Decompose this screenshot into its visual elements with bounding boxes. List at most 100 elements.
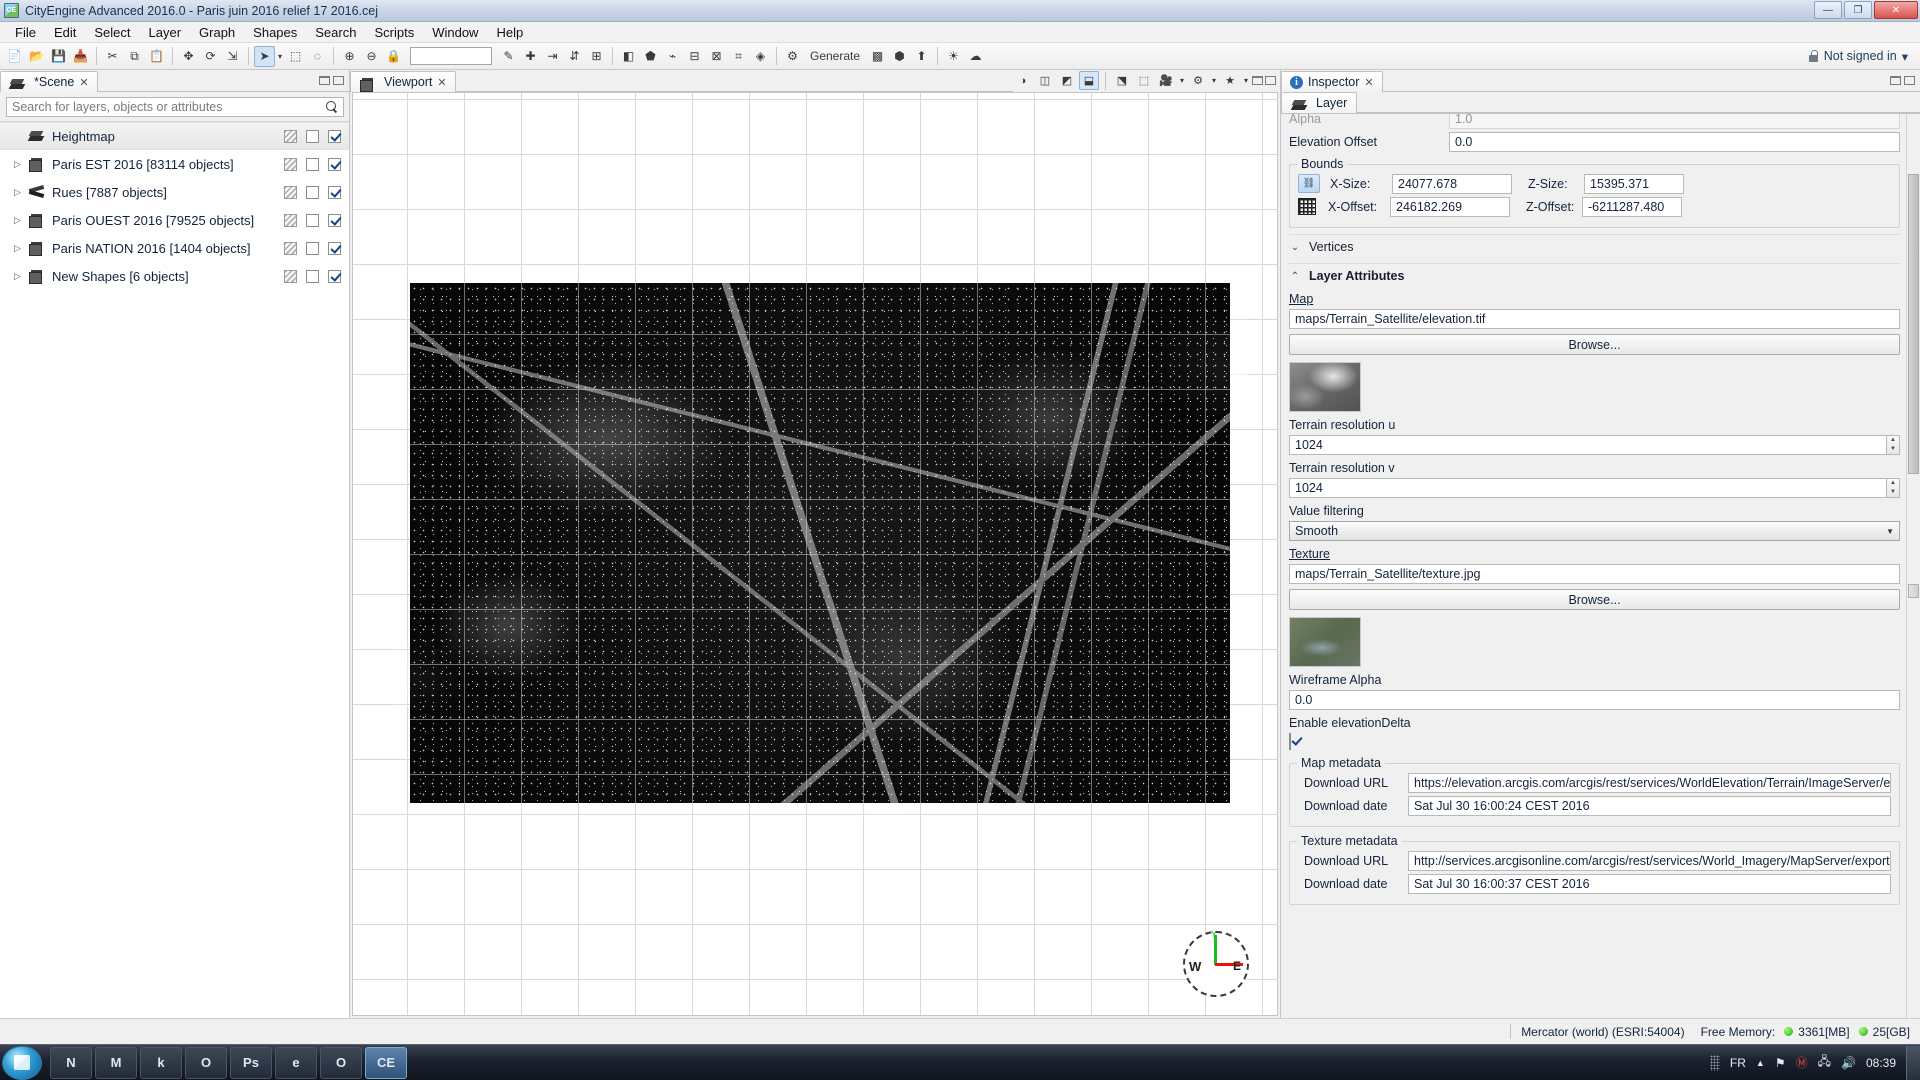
paste-icon[interactable]: 📋 (146, 46, 167, 67)
z-offset-field[interactable]: -6211287.480 (1582, 196, 1682, 217)
expand-arrow[interactable]: ▷ (14, 243, 28, 254)
scrollbar-thumb[interactable] (1908, 174, 1919, 474)
language-indicator[interactable]: FR (1730, 1056, 1746, 1070)
bookmark-star-icon[interactable]: ★ (1220, 71, 1240, 90)
x-size-field[interactable]: 24077.678 (1392, 173, 1512, 194)
camera-icon[interactable]: 🎥 (1156, 71, 1176, 90)
taskbar-item-cityengine[interactable]: CE (365, 1046, 407, 1079)
shape-create-icon[interactable]: ◧ (618, 46, 639, 67)
camera-caret-icon[interactable]: ▾ (1178, 76, 1186, 85)
menu-select[interactable]: Select (85, 23, 139, 42)
navigation-compass[interactable]: Y W E (1183, 929, 1249, 997)
gear-icon[interactable]: ⚙ (1188, 71, 1208, 90)
snap-icon[interactable]: ⊞ (586, 46, 607, 67)
map-label[interactable]: Map (1289, 292, 1900, 306)
map-download-date-field[interactable]: Sat Jul 30 16:00:24 CEST 2016 (1408, 795, 1891, 816)
menu-edit[interactable]: Edit (45, 23, 85, 42)
marquee-select-icon[interactable]: ⬚ (285, 46, 306, 67)
expand-arrow[interactable]: ▷ (14, 215, 28, 226)
taskbar-item-6[interactable]: e (275, 1046, 317, 1079)
value-filtering-select[interactable]: Smooth ▼ (1289, 521, 1900, 541)
layer-visible-toggle[interactable] (328, 213, 341, 227)
show-hidden-icons-icon[interactable]: ▲ (1756, 1058, 1765, 1068)
menu-scripts[interactable]: Scripts (365, 23, 423, 42)
menu-layer[interactable]: Layer (140, 23, 191, 42)
layer-lock-toggle[interactable] (284, 269, 297, 283)
inspector-maximize-icon[interactable] (1904, 75, 1915, 85)
tab-viewport-close-icon[interactable]: ✕ (437, 76, 446, 89)
texture-label[interactable]: Texture (1289, 547, 1900, 561)
z-size-field[interactable]: 15395.371 (1584, 173, 1684, 194)
layer-tree[interactable]: Heightmap ▷ Paris EST 2016 [83114 object… (0, 121, 349, 1018)
layer-lock-toggle[interactable] (284, 157, 297, 171)
viewport-minimize-icon[interactable] (1252, 76, 1263, 85)
layer-attributes-section[interactable]: ⌃ Layer Attributes (1289, 263, 1900, 288)
street-create-icon[interactable]: ⌁ (662, 46, 683, 67)
vertices-section[interactable]: ⌄ Vertices (1289, 234, 1900, 259)
frame-selection-icon[interactable]: ⬚ (1134, 71, 1154, 90)
new-file-icon[interactable]: 📄 (4, 46, 25, 67)
inspector-scrollbar[interactable] (1906, 114, 1920, 1018)
chevron-up-icon[interactable]: ⌃ (1289, 271, 1301, 282)
layer-select-toggle[interactable] (306, 129, 319, 143)
maximize-button[interactable]: ❐ (1844, 1, 1872, 19)
select-tool-caret-icon[interactable]: ▾ (276, 52, 284, 61)
wireframe-view-icon[interactable]: ◫ (1035, 71, 1055, 90)
enable-elevation-delta-checkbox[interactable] (1289, 733, 1291, 750)
graph-cleanup-icon[interactable]: ◈ (750, 46, 771, 67)
align-icon[interactable]: ⇥ (542, 46, 563, 67)
scene-maximize-icon[interactable] (333, 75, 344, 85)
lock-layer-icon[interactable]: 🔒 (383, 46, 404, 67)
tab-inspector-close-icon[interactable]: ✕ (1364, 76, 1373, 89)
tab-viewport[interactable]: Viewport ✕ (350, 71, 456, 92)
save-icon[interactable]: 💾 (48, 46, 69, 67)
zoom-out-icon[interactable]: ⊖ (361, 46, 382, 67)
terrain-res-u-field[interactable]: 1024 (1289, 435, 1887, 455)
layer-visible-toggle[interactable] (328, 157, 341, 171)
alpha-field[interactable]: 1.0 (1449, 114, 1900, 129)
elevation-offset-field[interactable]: 0.0 (1449, 131, 1900, 152)
import-icon[interactable]: 📥 (70, 46, 91, 67)
expand-arrow[interactable]: ▷ (14, 187, 28, 198)
taskbar-item-5[interactable]: Ps (230, 1046, 272, 1079)
select-tool-icon[interactable]: ➤ (254, 45, 275, 67)
layer-lock-toggle[interactable] (284, 185, 297, 199)
model-hierarchy-icon[interactable]: ⬢ (889, 46, 910, 67)
chevron-down-icon[interactable]: ⌄ (1289, 242, 1301, 253)
taskbar-item-4[interactable]: O (185, 1046, 227, 1079)
rule-file-icon[interactable]: ✎ (498, 46, 519, 67)
gear-caret-icon[interactable]: ▾ (1210, 76, 1218, 85)
taskbar-item-3[interactable]: k (140, 1046, 182, 1079)
search-input[interactable]: Search for layers, objects or attributes (6, 97, 344, 117)
taskbar-item-2[interactable]: M (95, 1046, 137, 1079)
layer-lock-toggle[interactable] (284, 213, 297, 227)
tab-scene-close-icon[interactable]: ✕ (79, 76, 88, 89)
viewport-maximize-icon[interactable] (1265, 76, 1276, 85)
terrain-res-v-field[interactable]: 1024 (1289, 478, 1887, 498)
inspector-layer-tab[interactable]: Layer (1281, 92, 1358, 113)
texture-download-url-field[interactable]: http://services.arcgisonline.com/arcgis/… (1408, 850, 1891, 871)
menu-search[interactable]: Search (306, 23, 365, 42)
zoom-in-icon[interactable]: ⊕ (339, 46, 360, 67)
texture-browse-button[interactable]: Browse... (1289, 589, 1900, 610)
x-offset-field[interactable]: 246182.269 (1390, 196, 1510, 217)
cut-icon[interactable]: ✂ (102, 46, 123, 67)
menu-graph[interactable]: Graph (190, 23, 244, 42)
scene-minimize-icon[interactable] (319, 75, 330, 85)
layer-row-paris-ouest[interactable]: ▷ Paris OUEST 2016 [79525 objects] (0, 206, 349, 234)
layer-row-paris-nation[interactable]: ▷ Paris NATION 2016 [1404 objects] (0, 234, 349, 262)
layer-select-toggle[interactable] (306, 185, 319, 199)
wireframe-alpha-field[interactable]: 0.0 (1289, 690, 1900, 710)
elevation-thumbnail[interactable] (1289, 362, 1361, 412)
menu-file[interactable]: File (6, 23, 45, 42)
textured-view-icon[interactable]: ◩ (1057, 71, 1077, 90)
inspector-minimize-icon[interactable] (1890, 75, 1901, 85)
cloud-panorama-icon[interactable]: ☁ (965, 46, 986, 67)
menu-help[interactable]: Help (487, 23, 532, 42)
sun-light-icon[interactable]: ☀ (943, 46, 964, 67)
clock[interactable]: 08:39 (1866, 1056, 1896, 1070)
grid-icon[interactable] (1298, 198, 1316, 215)
layer-select-toggle[interactable] (306, 213, 319, 227)
expand-arrow[interactable]: ▷ (14, 271, 28, 282)
layer-row-heightmap[interactable]: Heightmap (0, 122, 349, 150)
